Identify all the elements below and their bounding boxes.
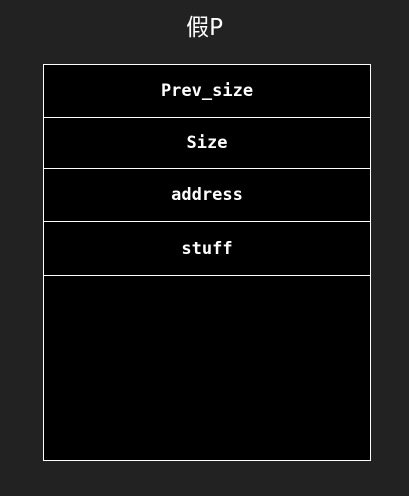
chunk-box: Prev_size Size address stuff [43, 64, 371, 461]
field-prev-size: Prev_size [44, 65, 370, 118]
field-size: Size [44, 118, 370, 169]
field-address: address [44, 169, 370, 222]
diagram-title: 假P [186, 15, 223, 41]
field-stuff: stuff [44, 222, 370, 276]
chunk-empty-region [44, 276, 370, 460]
